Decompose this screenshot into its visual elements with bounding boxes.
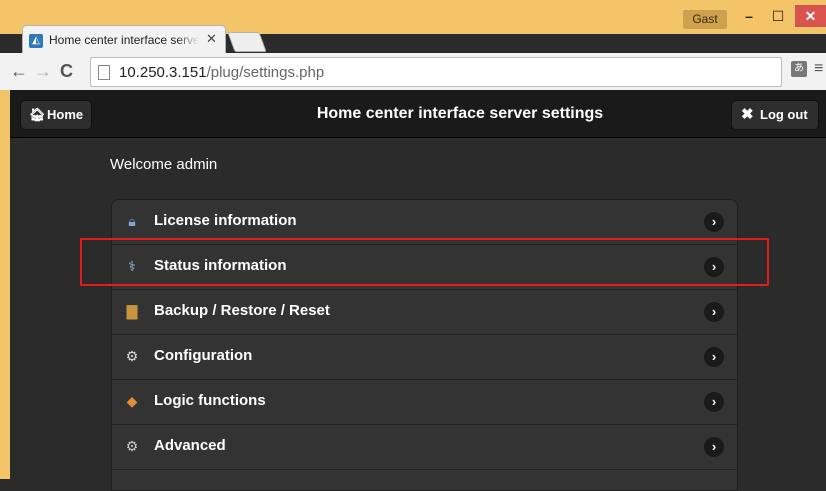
logout-button[interactable]: ✖ Log out <box>731 100 819 130</box>
chevron-right-icon: › <box>704 212 724 232</box>
translate-icon[interactable]: あ <box>791 61 807 77</box>
menu-item-logic[interactable]: ◆ Logic functions › <box>112 380 737 425</box>
menu-item-label: Configuration <box>154 347 253 364</box>
url-text[interactable]: 10.250.3.151/plug/settings.php <box>119 64 324 81</box>
window-frame-edge <box>0 90 10 479</box>
app-header: 🏠︎ Home Home center interface server set… <box>10 90 826 138</box>
maximize-button[interactable]: ☐ <box>763 5 793 27</box>
menu-item-label: Backup / Restore / Reset <box>154 302 330 319</box>
chevron-right-icon: › <box>704 347 724 367</box>
welcome-text: Welcome admin <box>110 156 218 173</box>
gear-icon: ⚙ <box>125 348 139 364</box>
menu-item-label: Advanced <box>154 437 226 454</box>
menu-item-advanced[interactable]: ⚙ Advanced › <box>112 425 737 470</box>
browser-menu-icon[interactable]: ≡ <box>814 60 823 78</box>
license-icon: 🔒︎ <box>128 213 136 229</box>
highlight-annotation <box>80 238 769 286</box>
backup-icon: ▇ <box>126 303 138 319</box>
home-button[interactable]: 🏠︎ Home <box>20 100 92 130</box>
page-title: Home center interface server settings <box>316 105 604 122</box>
logout-label: Log out <box>760 107 808 122</box>
minimize-button[interactable]: – <box>734 5 764 27</box>
chevron-right-icon: › <box>704 302 724 322</box>
tab-close-icon[interactable]: ✕ <box>206 31 220 47</box>
url-host: 10.250.3.151 <box>119 64 207 81</box>
browser-toolbar: ← → C 10.250.3.151/plug/settings.php あ ≡ <box>0 53 826 91</box>
address-bar[interactable]: 10.250.3.151/plug/settings.php <box>90 57 782 87</box>
menu-item-configuration[interactable]: ⚙ Configuration › <box>112 335 737 380</box>
back-arrow-icon[interactable]: ← <box>10 62 28 80</box>
menu-item-backup[interactable]: ▇ Backup / Restore / Reset › <box>112 290 737 335</box>
browser-tab[interactable]: ◭ Home center interface server settings … <box>22 25 226 54</box>
chevron-right-icon: › <box>704 392 724 412</box>
advanced-gears-icon: ⚙ <box>125 438 139 454</box>
logic-icon: ◆ <box>126 393 138 409</box>
favicon-icon: ◭ <box>29 34 43 48</box>
url-path: /plug/settings.php <box>206 64 325 81</box>
menu-item-label: License information <box>154 212 297 229</box>
close-window-button[interactable]: ✕ <box>795 5 826 27</box>
chevron-right-icon: › <box>704 437 724 457</box>
close-x-icon: ✖ <box>741 106 754 123</box>
page-icon <box>98 65 110 80</box>
home-label: Home <box>47 107 84 122</box>
home-icon: 🏠︎ <box>29 107 46 122</box>
menu-item-label: Logic functions <box>154 392 266 409</box>
forward-arrow-icon[interactable]: → <box>34 62 52 80</box>
reload-icon[interactable]: C <box>60 62 73 80</box>
new-tab-button[interactable] <box>227 32 267 52</box>
tab-title: Home center interface server settings <box>49 33 199 47</box>
main-content: Welcome admin 🔒︎ License information › ⚕… <box>10 138 826 491</box>
profile-badge[interactable]: Gast <box>683 10 727 29</box>
